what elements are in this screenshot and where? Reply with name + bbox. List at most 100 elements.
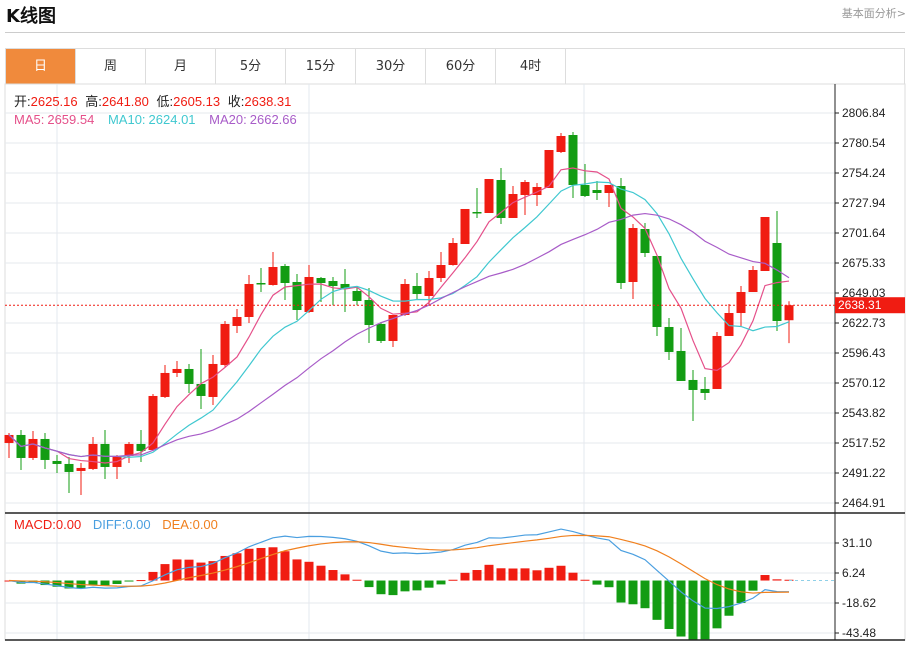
macd-bar: [136, 580, 146, 582]
ma10-label: MA10:: [108, 112, 146, 127]
macd-bar: [124, 580, 134, 582]
candle-up: [448, 242, 458, 266]
macd-bar: [256, 547, 266, 581]
macd-bar: [508, 568, 518, 581]
candle-down: [328, 280, 338, 286]
macd-bar: [352, 579, 362, 581]
macd-tick-label: -43.48: [842, 626, 876, 640]
macd-bar: [316, 565, 326, 581]
candle-up: [436, 265, 446, 278]
macd-bar: [712, 580, 722, 629]
macd-bar: [424, 580, 434, 588]
macd-bar: [544, 567, 554, 581]
candle-up: [244, 283, 254, 317]
candle-down: [592, 190, 602, 194]
candle-up: [784, 305, 794, 321]
moving-average-lines: [8, 167, 790, 464]
macd-bar: [376, 580, 386, 595]
last-price-label: 2638.31: [838, 298, 882, 312]
macd-bar: [400, 580, 410, 592]
candle-up: [28, 438, 38, 458]
macd-bar: [748, 580, 758, 591]
candle-up: [208, 363, 218, 397]
grid: [4, 83, 906, 641]
diff-value: DIFF:0.00: [93, 517, 151, 532]
candle-down: [700, 388, 710, 393]
high-label: 高:: [85, 94, 102, 109]
candle-up: [736, 291, 746, 314]
macd-bar: [484, 564, 494, 581]
price-tick-label: 2675.33: [842, 256, 886, 270]
low-label: 低:: [157, 94, 174, 109]
candle-up: [424, 277, 434, 296]
candle-down: [364, 299, 374, 325]
ma5-label: MA5:: [14, 112, 44, 127]
macd-bar: [244, 548, 254, 581]
price-tick-label: 2806.84: [842, 106, 886, 120]
candle-up: [484, 179, 494, 213]
macd-bar: [688, 580, 698, 640]
close-value: 2638.31: [244, 94, 291, 109]
price-tick-label: 2543.82: [842, 406, 886, 420]
high-value: 2641.80: [102, 94, 149, 109]
candle-down: [640, 228, 650, 254]
macd-bar: [724, 580, 734, 616]
price-tick-label: 2701.64: [842, 226, 886, 240]
macd-bar: [496, 568, 506, 581]
macd-tick-label: -18.62: [842, 596, 876, 610]
macd-bar: [652, 580, 662, 620]
macd-bar: [364, 580, 374, 588]
candle-up: [304, 276, 314, 312]
dea-value: DEA:0.00: [162, 517, 218, 532]
macd-bar: [280, 551, 290, 581]
macd-bar: [304, 561, 314, 581]
ma20-label: MA20:: [209, 112, 247, 127]
macd-tick-label: 31.10: [842, 536, 872, 550]
candle-up: [520, 182, 530, 195]
macd-bar: [664, 580, 674, 629]
axes: 2806.84 2780.54 2754.24 2727.94 2701.64 2675.…: [5, 84, 905, 641]
ma20-value: 2662.66: [250, 112, 297, 127]
macd-bar: [520, 568, 530, 581]
macd-bar: [292, 559, 302, 581]
candle-up: [628, 227, 638, 282]
candle-up: [124, 443, 134, 456]
price-tick-label: 2780.54: [842, 136, 886, 150]
price-tick-label: 2727.94: [842, 196, 886, 210]
candle-down: [664, 326, 674, 352]
macd-value: MACD:0.00: [14, 517, 81, 532]
candle-down: [64, 463, 74, 472]
candle-up: [160, 372, 170, 397]
ma-readout: MA5: 2659.54 MA10: 2624.01 MA20: 2662.66: [14, 112, 297, 127]
macd-bar: [700, 580, 710, 640]
open-value: 2625.16: [31, 94, 78, 109]
candle-up: [172, 368, 182, 373]
macd-bar: [604, 580, 614, 588]
macd-bar: [436, 580, 446, 585]
candle-down: [256, 282, 266, 285]
macd-bar: [160, 564, 170, 581]
price-tick-label: 2464.91: [842, 496, 886, 510]
ma10-value: 2624.01: [149, 112, 196, 127]
macd-bar: [340, 574, 350, 581]
candle-down: [280, 265, 290, 283]
ma10-line: [8, 181, 790, 458]
macd-bar: [88, 580, 98, 585]
candle-up: [4, 434, 14, 443]
candle-down: [688, 379, 698, 390]
macd-tick-label: 6.24: [842, 566, 866, 580]
macd-bar: [448, 579, 458, 581]
kline-chart[interactable]: 2806.84 2780.54 2754.24 2727.94 2701.64 2675.…: [0, 0, 910, 645]
candle-down: [184, 368, 194, 384]
candle-down: [316, 277, 326, 283]
candle-down: [580, 184, 590, 197]
candle-up: [724, 313, 734, 336]
macd-bar: [556, 565, 566, 581]
macd-bar: [460, 572, 470, 581]
candle-up: [508, 194, 518, 218]
price-tick-label: 2517.52: [842, 436, 886, 450]
candle-down: [40, 438, 50, 460]
candle-up: [712, 335, 722, 389]
macd-bar: [100, 580, 110, 586]
candle-up: [220, 323, 230, 365]
